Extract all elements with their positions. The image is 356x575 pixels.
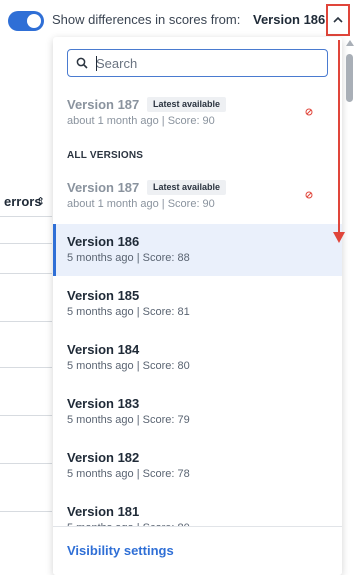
blocked-icon — [305, 108, 313, 116]
version-meta: 5 months ago | Score: 79 — [67, 414, 190, 426]
search-icon — [76, 57, 88, 69]
version-title: Version 186 — [67, 234, 140, 249]
version-option[interactable]: Version 182 5 months ago | Score: 78 — [53, 440, 342, 492]
version-dropdown-toggle[interactable] — [326, 4, 350, 36]
version-option[interactable]: Version 187 Latest available about 1 mon… — [53, 170, 342, 222]
table-column-header[interactable]: errors ⇕ — [0, 186, 52, 217]
chevron-up-icon — [333, 16, 343, 23]
version-title: Version 185 — [67, 288, 140, 303]
table-row-divider — [0, 415, 52, 416]
version-title: Version 181 — [67, 504, 140, 519]
version-option[interactable]: Version 183 5 months ago | Score: 79 — [53, 386, 342, 438]
table-row-divider — [0, 321, 52, 322]
dropdown-footer: Visibility settings — [53, 526, 342, 575]
version-meta: 5 months ago | Score: 80 — [67, 360, 190, 372]
version-title: Version 182 — [67, 450, 140, 465]
table-row-divider — [0, 463, 52, 464]
compare-bar: Show differences in scores from: Version… — [0, 0, 356, 42]
annotation-arrow-icon — [333, 40, 345, 243]
table-row-divider — [0, 367, 52, 368]
latest-badge: Latest available — [147, 97, 227, 112]
pinned-latest-version[interactable]: Version 187 Latest available about 1 mon… — [53, 87, 342, 139]
version-dropdown: Version 187 Latest available about 1 mon… — [53, 37, 342, 575]
version-title: Version 187 — [67, 97, 140, 112]
version-meta: 5 months ago | Score: 88 — [67, 252, 190, 264]
version-meta: about 1 month ago | Score: 90 — [67, 198, 215, 210]
version-meta: 5 months ago | Score: 78 — [67, 468, 190, 480]
version-meta: 5 months ago | Score: 81 — [67, 306, 190, 318]
visibility-settings-link[interactable]: Visibility settings — [67, 543, 174, 558]
selected-indicator — [53, 224, 56, 276]
table-row-divider — [0, 243, 52, 244]
latest-badge: Latest available — [147, 180, 227, 195]
table-row-divider — [0, 273, 52, 274]
all-versions-heading: ALL VERSIONS — [67, 150, 144, 161]
toggle-knob — [27, 14, 41, 28]
sort-icon[interactable]: ⇕ — [36, 195, 45, 208]
compare-toggle[interactable] — [8, 11, 44, 31]
search-field[interactable] — [67, 49, 328, 77]
version-option-selected[interactable]: Version 186 5 months ago | Score: 88 — [53, 224, 342, 276]
version-meta: about 1 month ago | Score: 90 — [67, 115, 215, 127]
table-row-divider — [0, 511, 52, 512]
version-title: Version 187 — [67, 180, 140, 195]
version-option[interactable]: Version 185 5 months ago | Score: 81 — [53, 278, 342, 330]
compare-label: Show differences in scores from: — [52, 12, 241, 27]
selected-version[interactable]: Version 186 — [253, 12, 325, 27]
version-title: Version 183 — [67, 396, 140, 411]
version-title: Version 184 — [67, 342, 140, 357]
text-caret — [96, 56, 97, 71]
blocked-icon — [305, 191, 313, 199]
search-input[interactable] — [96, 54, 316, 72]
version-option[interactable]: Version 184 5 months ago | Score: 80 — [53, 332, 342, 384]
